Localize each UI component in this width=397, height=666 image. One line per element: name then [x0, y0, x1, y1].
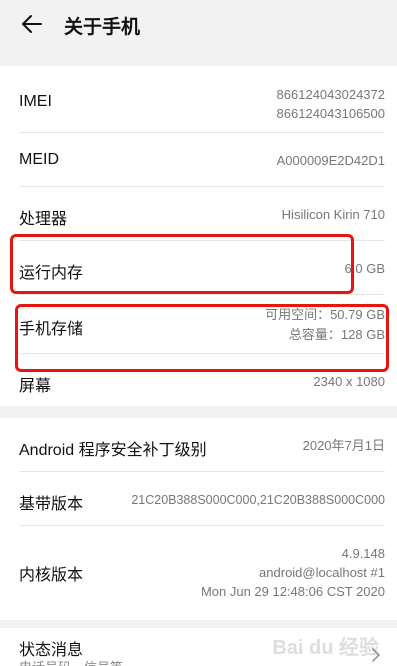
baidu-watermark-logo: Bai du 经验 [272, 637, 379, 659]
kernel-builder: android@localhost #1 [259, 565, 385, 580]
security-patch-row[interactable]: Android 程序安全补丁级别 2020年7月1日 [0, 418, 397, 471]
kernel-label: 内核版本 [19, 567, 84, 584]
software-info-card: Android 程序安全补丁级别 2020年7月1日 基带版本 21C20B38… [0, 418, 397, 620]
imei-value-2: 866124043106500 [276, 106, 385, 121]
storage-highlight-box [15, 304, 389, 372]
app-header: 关于手机 [0, 0, 397, 48]
screen-value: 2340 x 1080 [313, 374, 385, 389]
cpu-row[interactable]: 处理器 Hisilicon Kirin 710 [0, 187, 397, 240]
kernel-version: 4.9.148 [341, 546, 385, 561]
cpu-value: Hisilicon Kirin 710 [281, 207, 385, 222]
meid-label: MEID [19, 151, 59, 168]
security-patch-label: Android 程序安全补丁级别 [19, 442, 207, 459]
meid-value: A000009E2D42D1 [276, 153, 385, 168]
baseband-value: 21C20B388S000C000,21C20B388S000C000 [131, 493, 385, 507]
baseband-label: 基带版本 [19, 496, 84, 513]
screen-label: 屏幕 [19, 378, 52, 395]
ram-highlight-box [10, 234, 354, 294]
page-title: 关于手机 [64, 17, 141, 38]
imei-label: IMEI [19, 93, 52, 110]
baseband-row[interactable]: 基带版本 21C20B388S000C000,21C20B388S000C000 [0, 472, 397, 525]
status-sublabel: 电话号码，信号等 [19, 657, 123, 666]
kernel-build-date: Mon Jun 29 12:48:06 CST 2020 [200, 584, 385, 599]
kernel-row[interactable]: 内核版本 4.9.148 android@localhost #1 Mon Ju… [0, 526, 397, 620]
back-arrow-icon[interactable] [20, 12, 44, 36]
cpu-label: 处理器 [19, 211, 68, 228]
imei-value-1: 866124043024372 [276, 87, 385, 102]
security-patch-value: 2020年7月1日 [302, 438, 385, 453]
imei-row[interactable]: IMEI 866124043024372 866124043106500 [0, 66, 397, 132]
meid-row[interactable]: MEID A000009E2D42D1 [0, 133, 397, 186]
